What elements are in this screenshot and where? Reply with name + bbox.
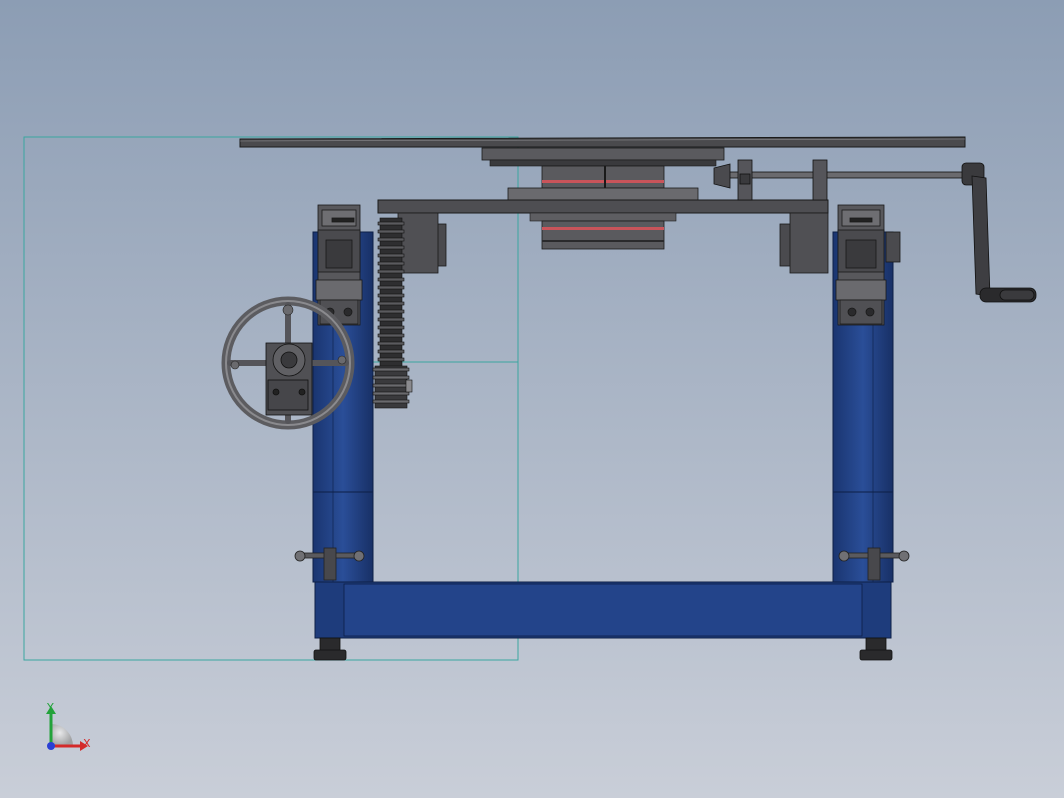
x-axis-label: X [83, 737, 91, 750]
viewport-background [0, 0, 1064, 798]
cad-viewport[interactable]: X Y [0, 0, 1064, 798]
y-axis-label: Y [46, 701, 54, 714]
assembly-drawing: X Y [0, 0, 1064, 798]
table-cross-beam [377, 199, 829, 214]
bearing-block-right[interactable] [835, 204, 887, 326]
worm-gearbox [265, 342, 313, 416]
top-plate [239, 136, 966, 148]
turntable-ring [481, 147, 725, 161]
hand-wheel[interactable] [221, 296, 355, 430]
